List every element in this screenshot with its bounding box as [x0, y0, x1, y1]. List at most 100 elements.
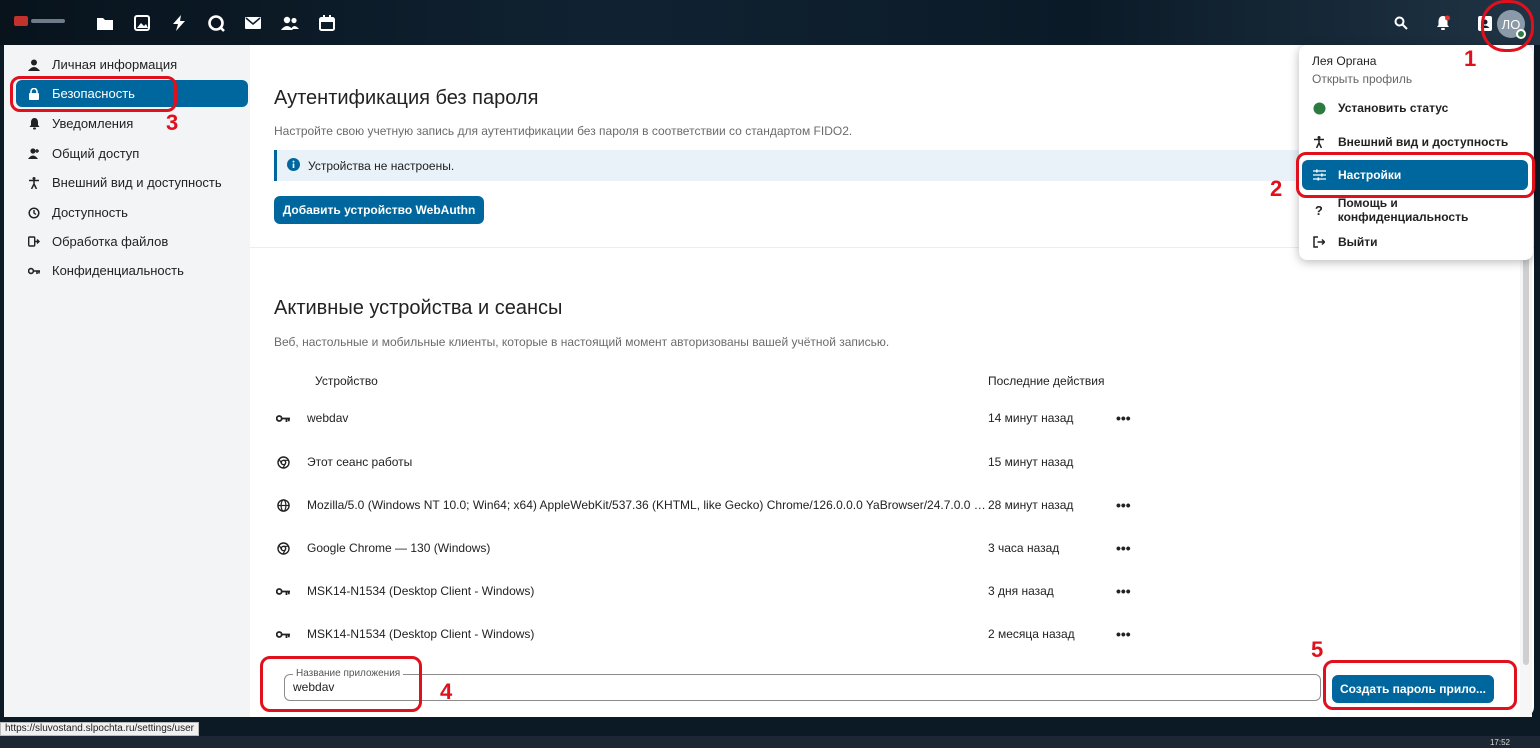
sidebar-item-personal-info[interactable]: Личная информация: [16, 51, 248, 78]
sidebar-item-label: Личная информация: [52, 57, 178, 72]
taskbar-clock: 17:52: [1489, 738, 1510, 747]
session-actions-menu[interactable]: •••: [1116, 540, 1131, 556]
menu-item-label: Внешний вид и доступность: [1338, 135, 1509, 149]
activity-icon[interactable]: [168, 12, 190, 34]
session-device-name: MSK14-N1534 (Desktop Client - Windows): [307, 627, 535, 641]
user-avatar[interactable]: ЛО: [1497, 10, 1526, 39]
sidebar-item-label: Внешний вид и доступность: [52, 175, 222, 190]
open-profile-link[interactable]: Открыть профиль: [1312, 72, 1412, 86]
session-last-activity: 28 минут назад: [988, 498, 1074, 512]
brand-logo-mark: [14, 16, 28, 26]
session-device-name: Google Chrome — 130 (Windows): [307, 541, 491, 555]
brand-logo[interactable]: [14, 14, 70, 28]
sidebar-item-label: Доступность: [52, 205, 128, 220]
sidebar-item-label: Безопасность: [52, 86, 135, 101]
user-menu-name[interactable]: Лея Органа: [1312, 54, 1376, 68]
accessibility-icon: [28, 176, 40, 189]
clock-icon: [28, 206, 40, 219]
session-last-activity: 3 дня назад: [988, 584, 1054, 598]
globe-icon: [274, 498, 292, 512]
menu-item-settings[interactable]: Настройки: [1302, 160, 1528, 190]
menu-item-set-status[interactable]: Установить статус: [1302, 93, 1528, 123]
user-menu: Лея Органа Открыть профиль Установить ст…: [1299, 45, 1533, 260]
photos-icon[interactable]: [131, 12, 153, 34]
key-icon: [274, 414, 292, 423]
info-icon: [287, 157, 300, 174]
contacts-icon[interactable]: [279, 12, 301, 34]
session-actions-menu[interactable]: •••: [1116, 583, 1131, 599]
sidebar-item-label: Конфиденциальность: [52, 263, 184, 278]
os-taskbar: [0, 736, 1540, 748]
annotation-number-3: 3: [166, 110, 179, 135]
notifications-icon[interactable]: [1432, 12, 1454, 34]
sidebar-item-notifications[interactable]: Уведомления: [16, 110, 248, 137]
session-last-activity: 3 часа назад: [988, 541, 1060, 555]
sidebar-item-sharing[interactable]: Общий доступ: [16, 140, 248, 167]
sidebar-item-appearance[interactable]: Внешний вид и доступность: [16, 169, 248, 196]
annotation-number-1: 1: [1464, 46, 1477, 71]
menu-item-logout[interactable]: Выйти: [1302, 227, 1528, 257]
status-bar-url: https://sluvostand.slpochta.ru/settings/…: [0, 722, 199, 736]
sidebar-item-security[interactable]: Безопасность: [16, 80, 248, 107]
calendar-icon[interactable]: [316, 12, 338, 34]
online-status-indicator: [1516, 29, 1526, 39]
help-icon: ?: [1314, 202, 1323, 218]
sidebar-item-label: Обработка файлов: [52, 234, 169, 249]
session-actions-menu[interactable]: •••: [1116, 410, 1131, 426]
sidebar-item-privacy[interactable]: Конфиденциальность: [16, 257, 248, 284]
key-icon: [28, 265, 40, 277]
app-name-label: Название приложения: [293, 668, 404, 679]
create-app-password-button[interactable]: Создать пароль прило...: [1332, 675, 1494, 703]
annotation-number-5: 5: [1311, 637, 1324, 662]
session-row: MSK14-N1534 (Desktop Client - Windows) 3…: [274, 581, 1334, 601]
settings-sidebar: Личная информация Безопасность Уведомлен…: [4, 45, 250, 717]
key-icon: [274, 630, 292, 639]
chrome-icon: [274, 541, 292, 555]
session-row: Google Chrome — 130 (Windows) 3 часа наз…: [274, 538, 1334, 558]
column-header-activity: Последние действия: [988, 374, 1105, 388]
sessions-title: Активные устройства и сеансы: [274, 297, 563, 319]
no-devices-notice: Устройства не настроены.: [274, 150, 1304, 181]
passwordless-title: Аутентификация без пароля: [274, 87, 539, 109]
status-dot-icon: [1312, 101, 1326, 115]
session-row: Mozilla/5.0 (Windows NT 10.0; Win64; x64…: [274, 495, 1334, 515]
sidebar-item-file-handling[interactable]: Обработка файлов: [16, 228, 248, 255]
file-flow-icon: [28, 236, 40, 248]
mail-icon[interactable]: [242, 12, 264, 34]
sidebar-item-label: Общий доступ: [52, 146, 140, 161]
passwordless-description: Настройте свою учетную запись для аутент…: [274, 124, 853, 138]
session-device-name: MSK14-N1534 (Desktop Client - Windows): [307, 584, 535, 598]
session-actions-menu[interactable]: •••: [1116, 626, 1131, 642]
accessibility-icon: [1312, 135, 1326, 149]
browser-icon: [274, 455, 292, 469]
menu-item-appearance[interactable]: Внешний вид и доступность: [1302, 127, 1528, 157]
menu-item-label: Помощь и конфиденциальность: [1337, 196, 1469, 224]
person-icon: [28, 59, 40, 71]
contacts-menu-icon[interactable]: [1474, 12, 1496, 34]
bell-icon: [28, 117, 40, 130]
session-actions-menu[interactable]: •••: [1116, 497, 1131, 513]
sidebar-item-availability[interactable]: Доступность: [16, 199, 248, 226]
add-webauthn-button[interactable]: Добавить устройство WebAuthn: [274, 196, 484, 224]
talk-icon[interactable]: [205, 12, 227, 34]
session-device-name: webdav: [307, 411, 349, 425]
session-device-name: Этот сеанс работы: [307, 455, 413, 469]
annotation-number-2: 2: [1270, 176, 1283, 201]
lock-icon: [28, 87, 40, 100]
session-row: Этот сеанс работы 15 минут назад: [274, 452, 1334, 472]
search-icon[interactable]: [1390, 12, 1412, 34]
column-header-device: Устройство: [315, 374, 378, 388]
menu-item-label: Выйти: [1338, 235, 1378, 249]
sessions-description: Веб, настольные и мобильные клиенты, кот…: [274, 335, 890, 349]
session-row: MSK14-N1534 (Desktop Client - Windows) 2…: [274, 624, 1334, 644]
top-header: ЛО: [0, 0, 1540, 45]
session-last-activity: 2 месяца назад: [988, 627, 1075, 641]
key-icon: [274, 587, 292, 596]
sliders-icon: [1312, 168, 1326, 182]
menu-item-label: Настройки: [1338, 168, 1402, 182]
logout-icon: [1312, 235, 1326, 249]
menu-item-help[interactable]: ? Помощь и конфиденциальность: [1302, 195, 1528, 225]
session-last-activity: 14 минут назад: [988, 411, 1074, 425]
files-icon[interactable]: [94, 12, 116, 34]
share-icon: [28, 148, 40, 160]
